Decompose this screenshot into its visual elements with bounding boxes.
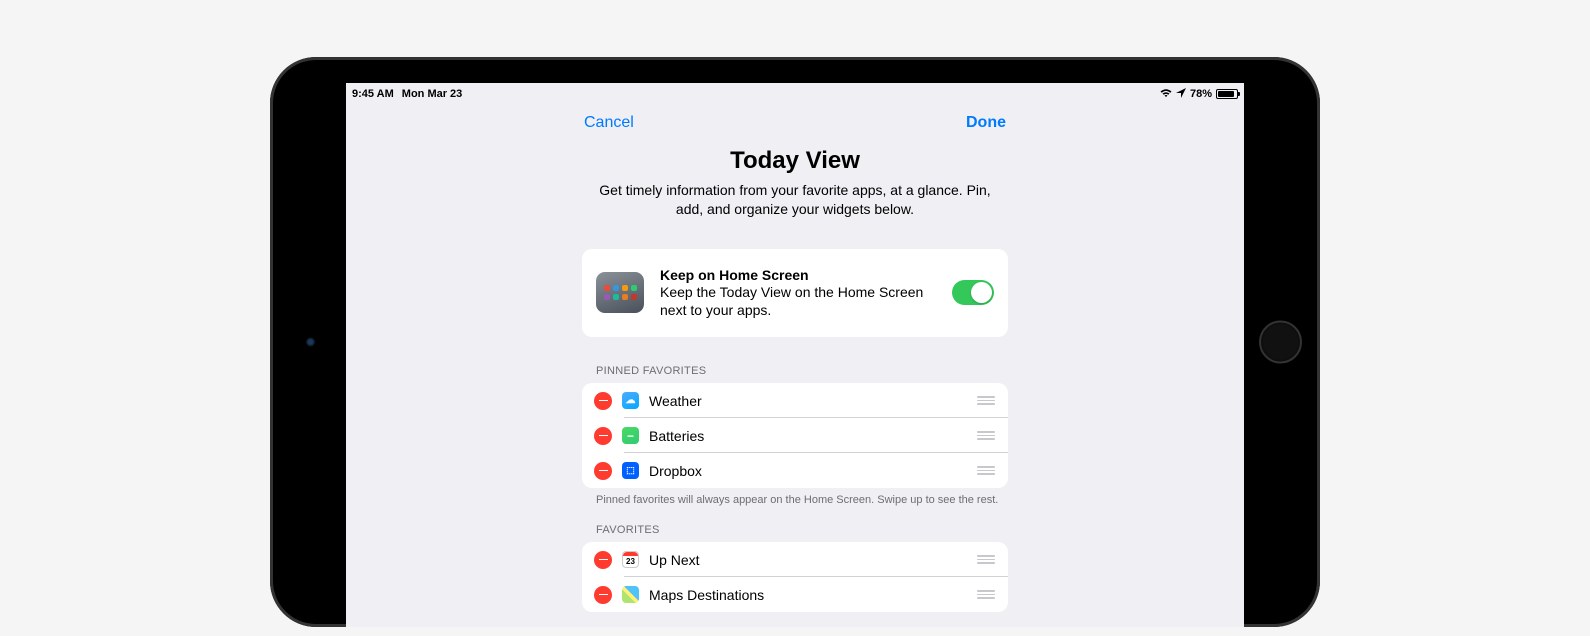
remove-icon[interactable] [594, 392, 612, 410]
nav-bar: Cancel Done [346, 101, 1244, 145]
row-label: Batteries [649, 428, 966, 444]
list-item[interactable]: 23 Up Next [582, 542, 1008, 577]
row-label: Up Next [649, 552, 966, 568]
drag-handle-icon[interactable] [976, 466, 996, 475]
favorites-header: FAVORITES [582, 524, 1008, 536]
row-label: Maps Destinations [649, 587, 966, 603]
ipad-device-frame: 9:45 AM Mon Mar 23 78% Cancel Done Today… [270, 57, 1320, 627]
battery-icon [1216, 89, 1238, 99]
calendar-icon: 23 [622, 551, 639, 568]
drag-handle-icon[interactable] [976, 431, 996, 440]
remove-icon[interactable] [594, 427, 612, 445]
status-bar: 9:45 AM Mon Mar 23 78% [346, 83, 1244, 101]
drag-handle-icon[interactable] [976, 396, 996, 405]
dropbox-icon [622, 462, 639, 479]
pinned-list: Weather Batteries Dropbox [582, 383, 1008, 488]
maps-icon [622, 586, 639, 603]
pinned-footer: Pinned favorites will always appear on t… [582, 494, 1008, 506]
list-item[interactable]: Dropbox [582, 453, 1008, 488]
remove-icon[interactable] [594, 462, 612, 480]
batteries-icon [622, 427, 639, 444]
list-item[interactable]: Batteries [582, 418, 1008, 453]
home-button[interactable] [1259, 321, 1302, 364]
favorites-list: 23 Up Next Maps Destinations [582, 542, 1008, 612]
screen: 9:45 AM Mon Mar 23 78% Cancel Done Today… [346, 83, 1244, 627]
drag-handle-icon[interactable] [976, 555, 996, 564]
keep-card-title: Keep on Home Screen [660, 267, 936, 283]
list-item[interactable]: Weather [582, 383, 1008, 418]
keep-on-home-toggle[interactable] [952, 280, 994, 305]
row-label: Dropbox [649, 463, 966, 479]
home-screen-icon [596, 272, 644, 313]
drag-handle-icon[interactable] [976, 590, 996, 599]
remove-icon[interactable] [594, 551, 612, 569]
list-item[interactable]: Maps Destinations [582, 577, 1008, 612]
done-button[interactable]: Done [966, 114, 1006, 132]
remove-icon[interactable] [594, 586, 612, 604]
cancel-button[interactable]: Cancel [584, 114, 634, 132]
pinned-header: PINNED FAVORITES [582, 365, 1008, 377]
keep-card-desc: Keep the Today View on the Home Screen n… [660, 283, 936, 319]
keep-on-home-card: Keep on Home Screen Keep the Today View … [582, 249, 1008, 337]
location-icon [1176, 88, 1186, 101]
front-camera [306, 338, 315, 347]
weather-icon [622, 392, 639, 409]
status-date: Mon Mar 23 [402, 88, 463, 100]
row-label: Weather [649, 393, 966, 409]
wifi-icon [1160, 88, 1172, 101]
battery-percent: 78% [1190, 88, 1212, 100]
status-time: 9:45 AM [352, 88, 394, 100]
page-subtitle: Get timely information from your favorit… [585, 181, 1005, 219]
page-title: Today View [366, 147, 1224, 175]
